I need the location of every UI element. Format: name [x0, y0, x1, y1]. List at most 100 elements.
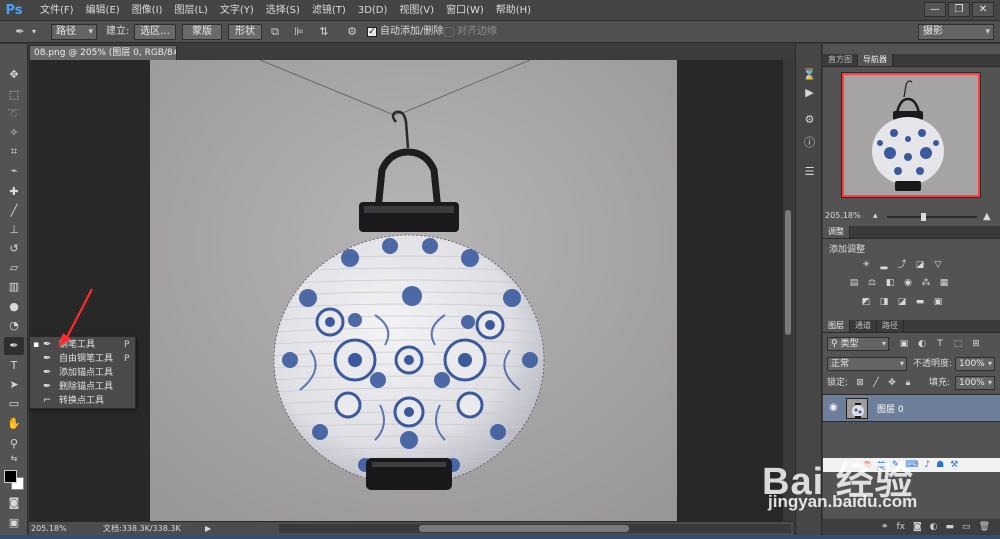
- tab-adjustments[interactable]: 调整: [823, 226, 850, 238]
- horizontal-scrollbar[interactable]: [279, 524, 791, 533]
- fill-input[interactable]: 100%: [955, 376, 995, 390]
- filter-pixel-icon[interactable]: ▣: [897, 338, 911, 350]
- align-edges-checkbox[interactable]: [444, 27, 454, 37]
- channel-mixer-icon[interactable]: ⁂: [919, 277, 933, 289]
- menu-select[interactable]: 选择(S): [260, 0, 306, 21]
- image-canvas[interactable]: [150, 60, 677, 521]
- flyout-item-delete-anchor-tool[interactable]: ✒ 删除锚点工具: [30, 380, 136, 394]
- tab-histogram[interactable]: 直方图: [823, 54, 858, 66]
- lasso-tool-icon[interactable]: ➰: [4, 105, 24, 123]
- horizontal-scroll-thumb[interactable]: [419, 525, 629, 532]
- info-panel-icon[interactable]: ⓘ: [800, 134, 819, 151]
- zoom-out-icon[interactable]: ▴: [873, 211, 878, 221]
- actions-panel-icon[interactable]: ▶: [800, 84, 819, 101]
- menu-file[interactable]: 文件(F): [34, 0, 80, 21]
- navigator-preview[interactable]: [841, 72, 981, 198]
- path-alignment-icon[interactable]: ⊫: [291, 24, 307, 40]
- hand-tool-icon[interactable]: ✋: [4, 415, 24, 433]
- flyout-item-add-anchor-tool[interactable]: ✒ 添加锚点工具: [30, 366, 136, 380]
- foreground-color-swatch[interactable]: [4, 470, 17, 483]
- eraser-tool-icon[interactable]: ▱: [4, 259, 24, 277]
- navigator-zoom-slider[interactable]: [887, 213, 977, 221]
- auto-add-delete-checkbox[interactable]: ✓: [367, 27, 377, 37]
- blur-tool-icon[interactable]: ●: [4, 298, 24, 316]
- swap-colors-icon[interactable]: ⇆: [4, 453, 24, 465]
- curves-icon[interactable]: ⤴: [895, 259, 909, 271]
- marquee-tool-icon[interactable]: ⬚: [4, 86, 24, 104]
- color-lookup-icon[interactable]: ▦: [937, 277, 951, 289]
- eyedropper-tool-icon[interactable]: ⌁: [4, 162, 24, 180]
- blend-mode-select[interactable]: 正常: [827, 357, 907, 371]
- posterize-icon[interactable]: ◨: [877, 296, 891, 308]
- lock-pixels-icon[interactable]: ╱: [869, 377, 883, 389]
- gradient-tool-icon[interactable]: ▥: [4, 278, 24, 296]
- history-brush-tool-icon[interactable]: ↺: [4, 240, 24, 258]
- vertical-scroll-thumb[interactable]: [785, 210, 791, 335]
- minimize-button[interactable]: —: [924, 2, 946, 17]
- layer-row[interactable]: ◉ 图层 0: [823, 394, 1000, 422]
- menu-view[interactable]: 视图(V): [393, 0, 440, 21]
- filter-adjustment-icon[interactable]: ◐: [915, 338, 929, 350]
- opacity-input[interactable]: 100%: [955, 357, 995, 371]
- tab-navigator[interactable]: 导航器: [858, 54, 893, 66]
- new-adjustment-layer-icon[interactable]: ◐: [930, 519, 938, 535]
- navigator-view-box[interactable]: [842, 73, 980, 197]
- rectangle-tool-icon[interactable]: ▭: [4, 395, 24, 413]
- levels-icon[interactable]: ▂: [877, 259, 891, 271]
- properties-panel-icon[interactable]: ⚙: [800, 111, 819, 128]
- navigator-zoom-slider-thumb[interactable]: [921, 213, 926, 221]
- paragraph-panel-icon[interactable]: ☰: [800, 163, 819, 180]
- screen-mode-icon[interactable]: ▣: [4, 514, 24, 532]
- gear-icon[interactable]: ⚙: [344, 24, 360, 40]
- document-tab[interactable]: 08.png @ 205% (图层 0, RGB/8#) *×: [29, 45, 177, 60]
- type-tool-icon[interactable]: T: [4, 357, 24, 375]
- menu-layer[interactable]: 图层(L): [168, 0, 213, 21]
- layer-name[interactable]: 图层 0: [877, 402, 904, 415]
- add-mask-icon[interactable]: ◙: [913, 519, 922, 535]
- threshold-icon[interactable]: ◪: [895, 296, 909, 308]
- tab-layers[interactable]: 图层: [823, 320, 850, 332]
- menu-image[interactable]: 图像(I): [126, 0, 169, 21]
- tool-mode-select[interactable]: 路径: [51, 24, 97, 40]
- lock-position-icon[interactable]: ✥: [885, 377, 899, 389]
- link-layers-icon[interactable]: ⚭: [881, 519, 889, 535]
- brightness-icon[interactable]: ☀: [859, 259, 873, 271]
- status-menu-arrow-icon[interactable]: ▶: [205, 522, 211, 535]
- gradient-map-icon[interactable]: ▬: [913, 296, 927, 308]
- delete-layer-icon[interactable]: 🗑︎: [979, 519, 990, 535]
- make-shape-button[interactable]: 形状: [228, 24, 262, 40]
- history-panel-icon[interactable]: ⌛: [800, 66, 819, 83]
- color-balance-icon[interactable]: ⚖: [865, 277, 879, 289]
- tab-channels[interactable]: 通道: [850, 320, 877, 332]
- pen-tool-icon[interactable]: ✒: [4, 337, 24, 355]
- crop-tool-icon[interactable]: ⌗: [4, 143, 24, 161]
- menu-type[interactable]: 文字(Y): [214, 0, 260, 21]
- lock-all-icon[interactable]: 🔒︎: [901, 377, 915, 389]
- menu-help[interactable]: 帮助(H): [490, 0, 537, 21]
- move-tool-icon[interactable]: ✥: [4, 66, 24, 84]
- navigator-zoom-value[interactable]: 205.18%: [825, 211, 861, 220]
- path-selection-tool-icon[interactable]: ➤: [4, 376, 24, 394]
- path-operations-icon[interactable]: ⧉: [267, 24, 283, 40]
- photo-filter-icon[interactable]: ◉: [901, 277, 915, 289]
- menu-filter[interactable]: 滤镜(T): [306, 0, 352, 21]
- magic-wand-tool-icon[interactable]: ✧: [4, 124, 24, 142]
- filter-smart-object-icon[interactable]: ⊞: [969, 338, 983, 350]
- new-layer-icon[interactable]: ▭: [962, 519, 971, 535]
- menu-edit[interactable]: 编辑(E): [80, 0, 126, 21]
- path-arrangement-icon[interactable]: ⇅: [316, 24, 332, 40]
- zoom-level[interactable]: 205.18%: [31, 522, 67, 535]
- make-selection-button[interactable]: 选区...: [134, 24, 176, 40]
- visibility-eye-icon[interactable]: ◉: [829, 402, 841, 413]
- menu-window[interactable]: 窗口(W): [440, 0, 490, 21]
- layer-filter-select[interactable]: ⚲ 类型: [827, 337, 889, 351]
- invert-icon[interactable]: ◩: [859, 296, 873, 308]
- close-button[interactable]: ✕: [972, 2, 994, 17]
- filter-shape-icon[interactable]: ⬚: [951, 338, 965, 350]
- layer-style-icon[interactable]: fx: [896, 519, 905, 535]
- vibrance-icon[interactable]: ▽: [931, 259, 945, 271]
- pen-tool-preset-icon[interactable]: ✒: [12, 24, 28, 40]
- chevron-down-icon[interactable]: ▾: [30, 24, 38, 40]
- menu-3d[interactable]: 3D(D): [352, 0, 394, 21]
- flyout-item-convert-point-tool[interactable]: ⌐ 转换点工具: [30, 394, 136, 408]
